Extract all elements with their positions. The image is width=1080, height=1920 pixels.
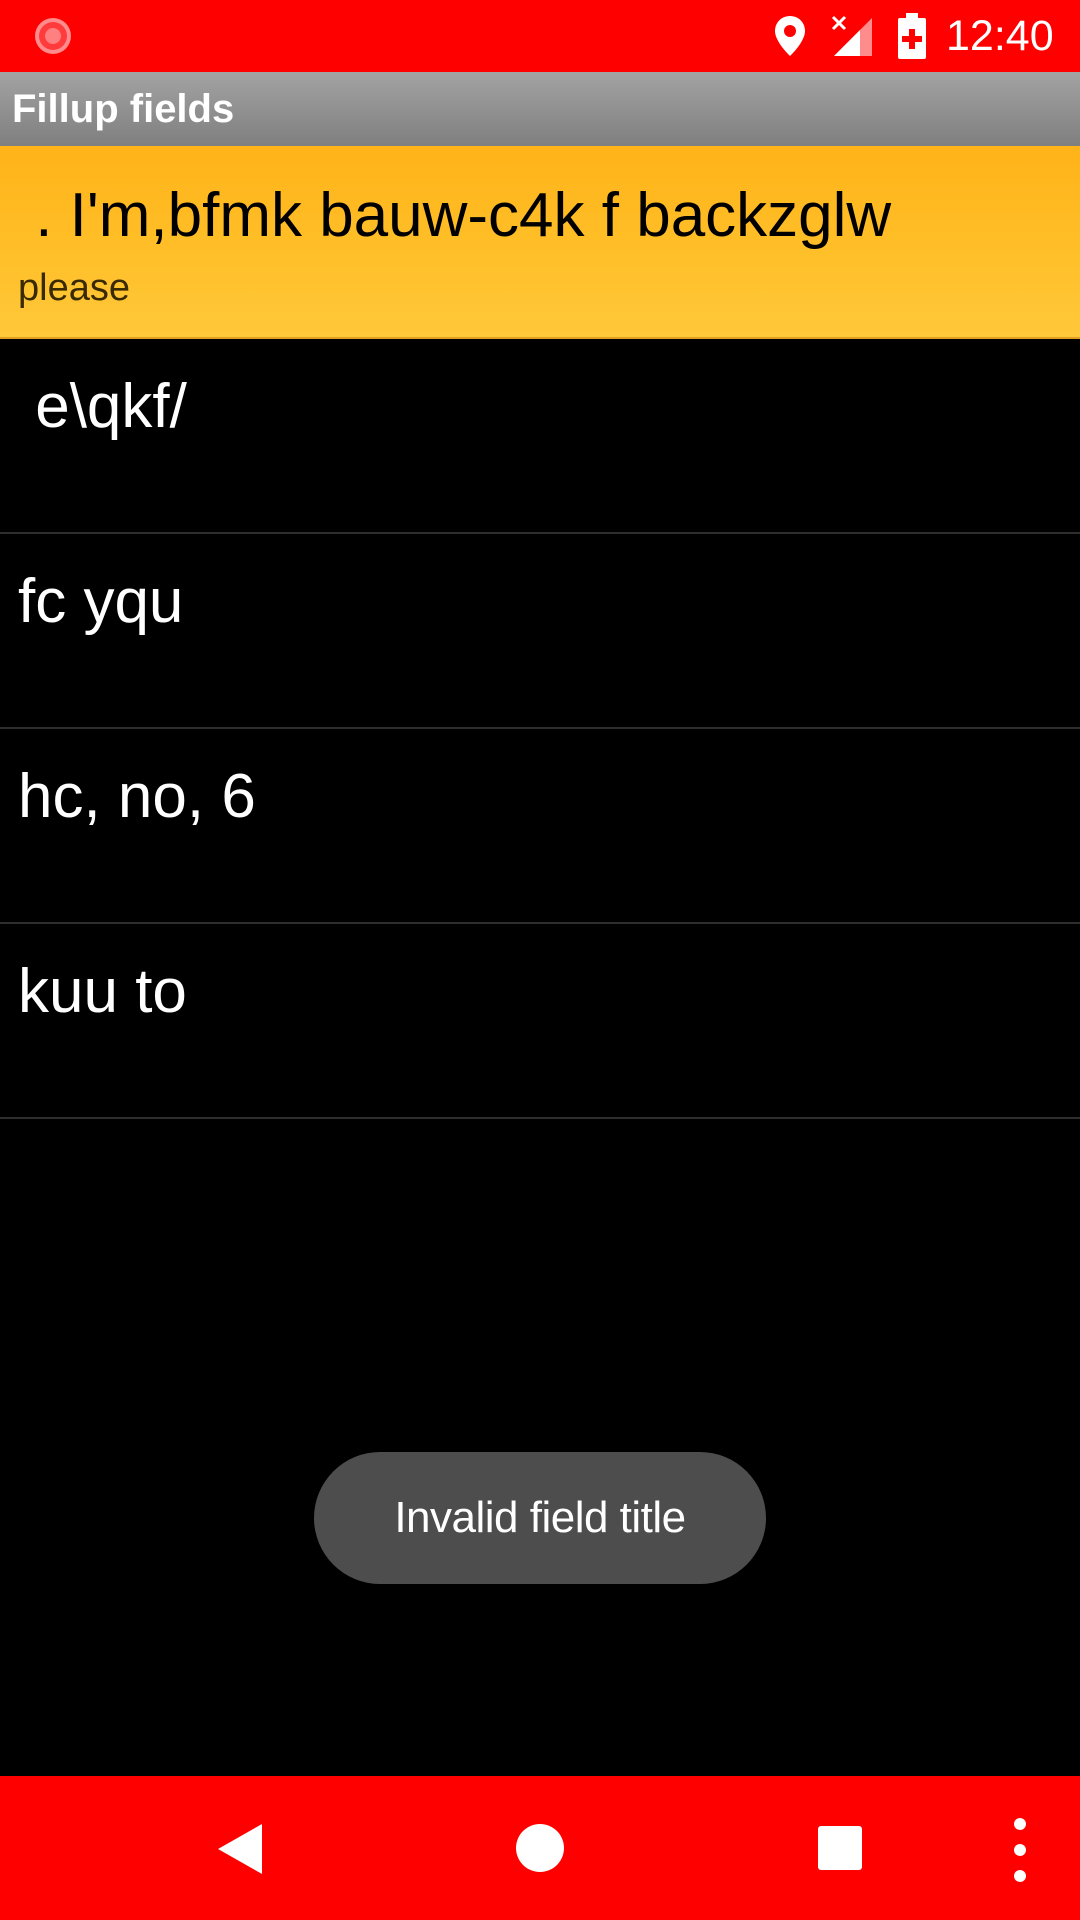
list-item[interactable]: e\qkf/ [0,339,1080,534]
navigation-bar [0,1776,1080,1920]
list-item[interactable]: . I'm,bfmk bauw-c4k f backzglw please [0,146,1080,339]
record-icon [35,18,71,54]
app-bar: Fillup fields [0,72,1080,146]
list-item[interactable]: fc yqu [0,534,1080,729]
screen: 12:40 Fillup fields . I'm,bfmk bauw-c4k … [0,0,1080,1920]
back-icon[interactable] [214,1822,266,1876]
list-item[interactable]: kuu to [0,924,1080,1119]
list-item-title: . I'm,bfmk bauw-c4k f backzglw [18,181,892,250]
toast-message: Invalid field title [394,1493,686,1542]
list-item[interactable]: hc, no, 6 [0,729,1080,924]
list-item-subtitle: please [18,267,130,309]
list-item-title: kuu to [18,957,187,1026]
battery-charging-icon [898,13,926,59]
home-icon[interactable] [512,1820,568,1876]
list-item-title: fc yqu [18,567,184,636]
more-options-icon[interactable] [1002,1816,1038,1884]
status-time: 12:40 [946,12,1054,60]
page-title: Fillup fields [12,87,235,131]
list-item-title: e\qkf/ [18,372,187,441]
fields-list: . I'm,bfmk bauw-c4k f backzglw please e\… [0,146,1080,1119]
list-item-title: hc, no, 6 [18,762,256,831]
recent-apps-icon[interactable] [816,1824,864,1872]
signal-no-data-icon [831,15,872,56]
status-bar: 12:40 [0,0,1080,72]
toast: Invalid field title [314,1452,766,1584]
location-icon [775,16,805,56]
